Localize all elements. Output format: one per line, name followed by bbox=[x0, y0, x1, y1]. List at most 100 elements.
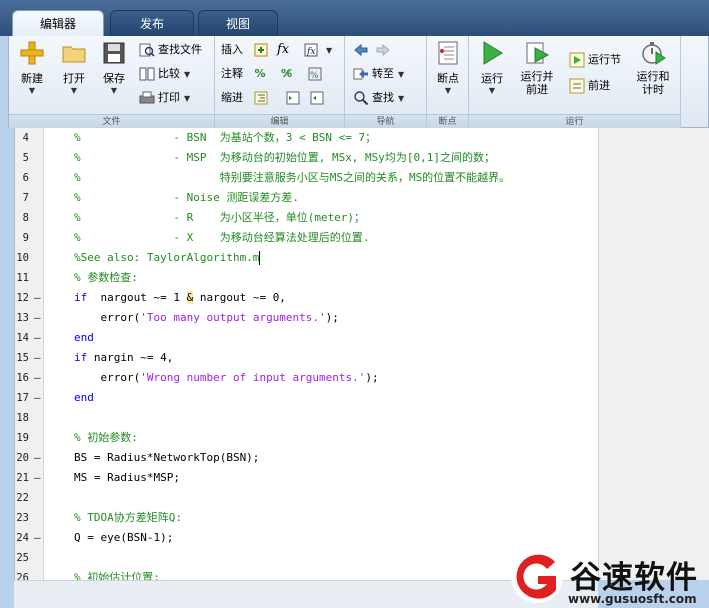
code-line[interactable]: 8 % - R 为小区半径，单位(meter)； bbox=[15, 208, 599, 228]
code-line[interactable]: 16– error('Wrong number of input argumen… bbox=[15, 368, 599, 388]
advance-button[interactable]: 前进 bbox=[569, 76, 610, 96]
compare-label: 比较 bbox=[158, 67, 180, 80]
indent-button[interactable]: 缩进 bbox=[221, 88, 272, 108]
breakpoint-dash[interactable]: – bbox=[34, 448, 41, 468]
code-text: Q = eye(BSN-1); bbox=[74, 528, 173, 548]
code-line[interactable]: 9 % - X 为移动台经算法处理后的位置. bbox=[15, 228, 599, 248]
run-button[interactable]: 运行 ▼ bbox=[473, 40, 511, 108]
ribbon-tab-strip: 编辑器 发布 视图 bbox=[0, 0, 709, 36]
code-text: BS = Radius*NetworkTop(BSN); bbox=[74, 448, 259, 468]
navigate-group: 转至 ▼ 查找 ▼ 导航 bbox=[345, 36, 427, 128]
print-button[interactable]: 打印 ▼ bbox=[139, 88, 190, 108]
run-and-time-button[interactable]: 运行和 计时 bbox=[631, 40, 675, 108]
floppy-disk-icon bbox=[103, 42, 125, 64]
code-line[interactable]: 19 % 初始参数: bbox=[15, 428, 599, 448]
breakpoint-dash[interactable]: – bbox=[34, 368, 41, 388]
code-line[interactable]: 7 % - Noise 测距误差方差. bbox=[15, 188, 599, 208]
code-editor[interactable]: 4 % - BSN 为基站个数，3 < BSN <= 7； 5 % - MSP 为移动… bbox=[14, 128, 599, 584]
uncomment-button[interactable]: %̸ bbox=[281, 64, 292, 84]
file-group-label: 文件 bbox=[9, 114, 214, 128]
code-line[interactable]: 13– error('Too many output arguments.'); bbox=[15, 308, 599, 328]
breakpoints-group: 断点 ▼ 断点 bbox=[427, 36, 469, 128]
find-files-icon bbox=[139, 43, 155, 57]
comment-label: 注释 bbox=[221, 67, 243, 80]
tab-view[interactable]: 视图 bbox=[198, 10, 278, 36]
breakpoints-group-label: 断点 bbox=[427, 114, 468, 128]
code-line[interactable]: 10 %See also: TaylorAlgorithm.m bbox=[15, 248, 599, 268]
compare-button[interactable]: 比较 ▼ bbox=[139, 64, 190, 84]
code-line[interactable]: 18 bbox=[15, 408, 599, 428]
search-icon bbox=[354, 91, 369, 106]
open-button[interactable]: 打开 ▼ bbox=[55, 40, 93, 108]
breakpoint-dash[interactable]: – bbox=[34, 288, 41, 308]
code-line[interactable]: 24– Q = eye(BSN-1); bbox=[15, 528, 599, 548]
code-text: error('Too many output arguments.'); bbox=[74, 308, 338, 328]
smart-indent-icon bbox=[254, 91, 267, 105]
insert-function-button[interactable]: fx ▼ bbox=[303, 40, 332, 60]
new-button[interactable]: 新建 ▼ bbox=[13, 40, 51, 108]
code-text: if nargin ~= 4, bbox=[74, 348, 173, 368]
goto-button[interactable]: 转至 ▼ bbox=[353, 64, 404, 84]
find-files-button[interactable]: 查找文件 bbox=[139, 40, 202, 60]
code-line[interactable]: 6 % 特别要注意服务小区与MS之间的关系，MS的位置不能越界。 bbox=[15, 168, 599, 188]
code-line[interactable]: 15– if nargin ~= 4, bbox=[15, 348, 599, 368]
wrap-comments-button[interactable]: % bbox=[307, 64, 326, 84]
find-button[interactable]: 查找 ▼ bbox=[353, 88, 404, 108]
code-line[interactable]: 11 % 参数检查: bbox=[15, 268, 599, 288]
code-line[interactable]: 22 bbox=[15, 488, 599, 508]
run-section-button[interactable]: 运行节 bbox=[569, 50, 621, 70]
line-number: 19 bbox=[16, 432, 29, 444]
code-line[interactable]: 12– if nargout ~= 1 & nargout ~= 0, bbox=[15, 288, 599, 308]
code-token: nargout ~= 1 bbox=[87, 291, 187, 304]
tab-publish[interactable]: 发布 bbox=[110, 10, 194, 36]
svg-text:%: % bbox=[310, 71, 319, 81]
line-number: 25 bbox=[16, 552, 29, 564]
code-token: % - R 为小区半径，单位(meter)； bbox=[74, 211, 366, 224]
breakpoint-dash[interactable]: – bbox=[34, 528, 41, 548]
breakpoint-dash[interactable]: – bbox=[34, 468, 41, 488]
wrap-comments-icon: % bbox=[308, 67, 322, 81]
breakpoint-dash[interactable]: – bbox=[34, 308, 41, 328]
tab-editor[interactable]: 编辑器 bbox=[12, 10, 104, 36]
back-button[interactable] bbox=[353, 40, 372, 60]
code-line[interactable]: 17– end bbox=[15, 388, 599, 408]
code-token: ); bbox=[365, 371, 379, 384]
advance-label: 前进 bbox=[588, 79, 610, 92]
insert-button[interactable]: 插入 bbox=[221, 40, 272, 60]
line-number: 13 bbox=[16, 312, 29, 324]
uncomment-icon: %̸ bbox=[281, 67, 293, 80]
save-button[interactable]: 保存 ▼ bbox=[95, 40, 133, 108]
line-number: 11 bbox=[16, 272, 29, 284]
text-caret bbox=[259, 251, 261, 265]
code-token: % 参数检查: bbox=[74, 271, 138, 284]
code-line[interactable]: 14– end bbox=[15, 328, 599, 348]
new-label: 新建 bbox=[21, 72, 43, 85]
comment-button[interactable]: 注释 % bbox=[221, 64, 266, 84]
breakpoint-dash[interactable]: – bbox=[34, 328, 41, 348]
increase-indent-button[interactable] bbox=[285, 88, 304, 108]
run-and-advance-button[interactable]: 运行并 前进 bbox=[515, 40, 559, 108]
decrease-indent-icon bbox=[310, 91, 324, 105]
code-token: nargout ~= 0, bbox=[193, 291, 286, 304]
svg-text:fx: fx bbox=[306, 47, 315, 57]
code-line[interactable]: 5 % - MSP 为移动台的初始位置, MSx, MSy均为[0,1]之间的数； bbox=[15, 148, 599, 168]
line-number: 24 bbox=[16, 532, 29, 544]
code-line[interactable]: 21– MS = Radius*MSP; bbox=[15, 468, 599, 488]
run-and-advance-label: 运行并 前进 bbox=[520, 70, 554, 96]
fx-button[interactable]: fx bbox=[277, 40, 289, 60]
forward-button[interactable] bbox=[375, 40, 394, 60]
decrease-indent-button[interactable] bbox=[309, 88, 328, 108]
goto-label: 转至 bbox=[372, 67, 394, 80]
code-line[interactable]: 4 % - BSN 为基站个数，3 < BSN <= 7； bbox=[15, 128, 599, 148]
chevron-down-icon: ▼ bbox=[70, 86, 78, 95]
breakpoint-dash[interactable]: – bbox=[34, 348, 41, 368]
open-label: 打开 bbox=[63, 72, 85, 85]
code-text: % 参数检查: bbox=[74, 268, 138, 288]
line-number: 20 bbox=[16, 452, 29, 464]
breakpoint-dash[interactable]: – bbox=[34, 388, 41, 408]
code-line[interactable]: 23 % TDOA协方差矩阵Q: bbox=[15, 508, 599, 528]
indent-label: 缩进 bbox=[221, 91, 243, 104]
breakpoints-button[interactable]: 断点 ▼ bbox=[429, 40, 467, 108]
line-number: 22 bbox=[16, 492, 29, 504]
code-line[interactable]: 20– BS = Radius*NetworkTop(BSN); bbox=[15, 448, 599, 468]
